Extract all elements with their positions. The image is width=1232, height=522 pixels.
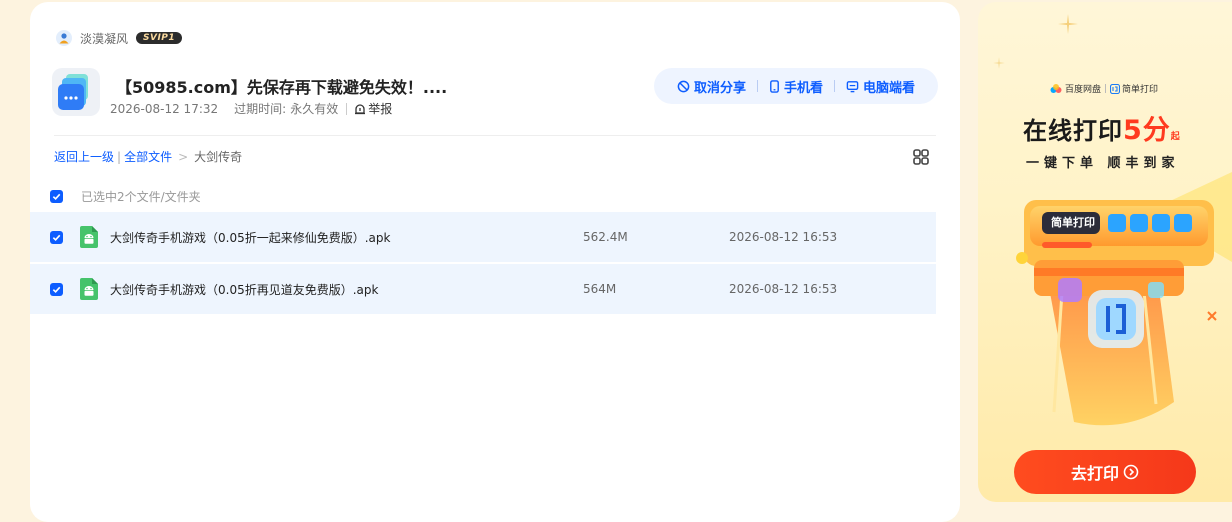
breadcrumb-separator: | [117,149,122,164]
share-folder-icon [52,68,100,116]
print-ad-banner[interactable]: 百度网盘 简单打印 在线打印5分起 一键下单 顺丰到家 简单打印 去打印 [978,2,1232,502]
go-print-label: 去打印 [1070,464,1119,483]
ad-brand-divider [1105,84,1107,93]
avatar[interactable] [56,30,72,46]
forbidden-icon [677,80,690,92]
ad-art-label: 简单打印 [1051,216,1095,229]
ad-price: 5分 [1123,115,1171,146]
expire-value: 永久有效 [290,102,339,116]
select-all-checkbox[interactable] [50,190,63,203]
share-title: 【50985.com】先保存再下载避免失效！.... [116,78,448,97]
file-row[interactable]: 大剑传奇手机游戏（0.05折再见道友免费版）.apk 564M 2026-08-… [30,264,936,314]
selection-count: 已选中2个文件/文件夹 [81,190,201,204]
ad-brand-netdisk: 百度网盘 [1065,85,1102,95]
cancel-share-label: 取消分享 [693,80,746,96]
mobile-view-button[interactable]: 手机看 [769,77,823,96]
android-apk-icon [80,278,98,300]
check-icon [52,193,61,200]
svip-badge: SVIP1 [136,32,183,44]
grid-view-icon[interactable] [912,148,930,166]
report-button[interactable]: 举报 [354,100,392,117]
check-icon [52,286,61,293]
alert-icon [355,103,366,114]
mobile-view-label: 手机看 [783,80,823,96]
check-icon [52,234,61,241]
action-divider [756,80,758,92]
file-time: 2026-08-12 16:53 [729,282,838,296]
print-logo-icon [1110,83,1121,94]
user-avatar-icon [59,33,69,44]
file-size: 562.4M [583,230,628,244]
divider [54,135,936,136]
file-size: 564M [583,282,617,296]
file-checkbox[interactable] [50,282,63,296]
ad-title-text: 在线打印 [1023,117,1123,145]
owner-info: 淡漠凝风 SVIP1 [56,30,183,47]
phone-icon [770,79,779,93]
ad-title: 在线打印5分起 [1023,108,1181,147]
baidu-netdisk-logo-icon [1050,83,1062,93]
meta-divider [346,102,348,115]
pc-view-label: 电脑端看 [863,80,916,96]
file-row[interactable]: 大剑传奇手机游戏（0.05折一起来修仙免费版）.apk 562.4M 2026-… [30,212,936,262]
ad-price-suffix: 起 [1170,132,1181,142]
printer-illustration-icon [1016,172,1232,426]
action-divider [834,80,835,92]
report-label: 举报 [368,102,393,116]
share-date: 2026-08-12 17:32 [110,101,219,116]
selection-info: 已选中2个文件/文件夹 [50,188,201,205]
file-checkbox[interactable] [50,230,63,244]
arrow-right-circle-icon [1123,464,1139,480]
breadcrumb-all-files-link[interactable]: 全部文件 [124,148,172,165]
ad-brand: 百度网盘 简单打印 [1050,82,1158,95]
file-name[interactable]: 大剑传奇手机游戏（0.05折再见道友免费版）.apk [110,281,378,298]
expire-label: 过期时间: [234,102,287,116]
share-meta: 2026-08-12 17:32 过期时间: 永久有效 举报 [110,100,392,117]
file-time: 2026-08-12 16:53 [729,230,838,244]
monitor-icon [846,80,859,92]
share-card: 淡漠凝风 SVIP1 【50985.com】先保存再下载避免失效！.... 20… [30,2,960,522]
go-print-button[interactable]: 去打印 [1014,450,1196,494]
file-name[interactable]: 大剑传奇手机游戏（0.05折一起来修仙免费版）.apk [110,229,390,246]
pc-view-button[interactable]: 电脑端看 [846,77,915,96]
owner-name[interactable]: 淡漠凝风 [80,30,128,47]
ad-subtitle: 一键下单 顺丰到家 [1026,156,1180,171]
android-apk-icon [80,226,98,248]
sparkle-icon [1058,14,1078,34]
breadcrumb-chevron-icon: > [178,149,189,164]
sparkle-icon [993,57,1005,69]
ad-brand-print: 简单打印 [1122,85,1159,95]
breadcrumb: 返回上一级 | 全部文件 > 大剑传奇 [54,148,242,165]
breadcrumb-current: 大剑传奇 [194,150,243,164]
share-actions: 取消分享 手机看 电脑端看 [654,68,938,104]
cancel-share-button[interactable]: 取消分享 [677,77,746,96]
breadcrumb-back-link[interactable]: 返回上一级 [54,148,114,165]
